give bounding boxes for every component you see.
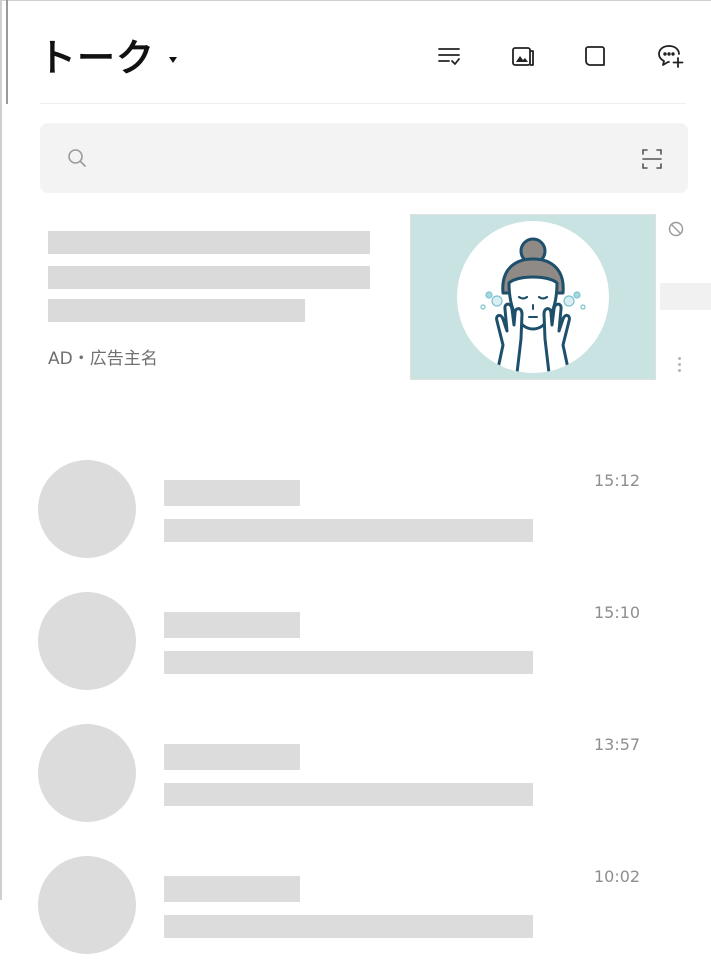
block-icon[interactable]: [668, 221, 684, 237]
search-icon: [68, 149, 86, 167]
avatar: [38, 724, 136, 822]
chat-name-placeholder: [164, 612, 300, 638]
header-divider: [40, 103, 686, 104]
more-vertical-icon[interactable]: [673, 352, 685, 376]
open-chat-icon[interactable]: [575, 36, 615, 76]
avatar: [38, 592, 136, 690]
chat-timestamp: 13:57: [594, 735, 641, 754]
chat-message-placeholder: [164, 651, 533, 674]
chat-name-placeholder: [164, 876, 300, 902]
app-header: トーク: [0, 0, 711, 104]
chat-message-placeholder: [164, 915, 533, 938]
new-chat-icon[interactable]: [651, 36, 691, 76]
chat-list-item[interactable]: 15:12: [0, 460, 711, 570]
chat-message-placeholder: [164, 783, 533, 806]
ad-banner[interactable]: AD・広告主名: [0, 210, 711, 400]
photo-album-icon[interactable]: [503, 36, 543, 76]
chat-timestamp: 15:10: [594, 603, 641, 622]
page-title: トーク: [38, 36, 156, 80]
search-input[interactable]: [102, 143, 626, 175]
ad-title-placeholder: [48, 231, 370, 254]
chat-name-placeholder: [164, 480, 300, 506]
chevron-down-icon: [169, 57, 178, 63]
face-washing-illustration: [457, 221, 609, 373]
chat-list-item[interactable]: 10:02: [0, 856, 711, 966]
avatar: [38, 856, 136, 954]
search-bar[interactable]: [40, 123, 688, 193]
ad-side-panel: [660, 283, 711, 310]
title-dropdown[interactable]: トーク: [38, 34, 178, 82]
chat-message-placeholder: [164, 519, 533, 542]
chat-list-item[interactable]: 13:57: [0, 724, 711, 834]
ad-image[interactable]: [410, 214, 656, 380]
chat-timestamp: 15:12: [594, 471, 641, 490]
filter-list-icon[interactable]: [429, 36, 469, 76]
chat-name-placeholder: [164, 744, 300, 770]
avatar: [38, 460, 136, 558]
ad-text-placeholder: [48, 266, 370, 289]
chat-timestamp: 10:02: [594, 867, 641, 886]
qr-scan-icon[interactable]: [640, 147, 664, 171]
ad-advertiser-label: AD・広告主名: [48, 349, 158, 369]
ad-text-placeholder: [48, 299, 305, 322]
chat-list-item[interactable]: 15:10: [0, 592, 711, 702]
